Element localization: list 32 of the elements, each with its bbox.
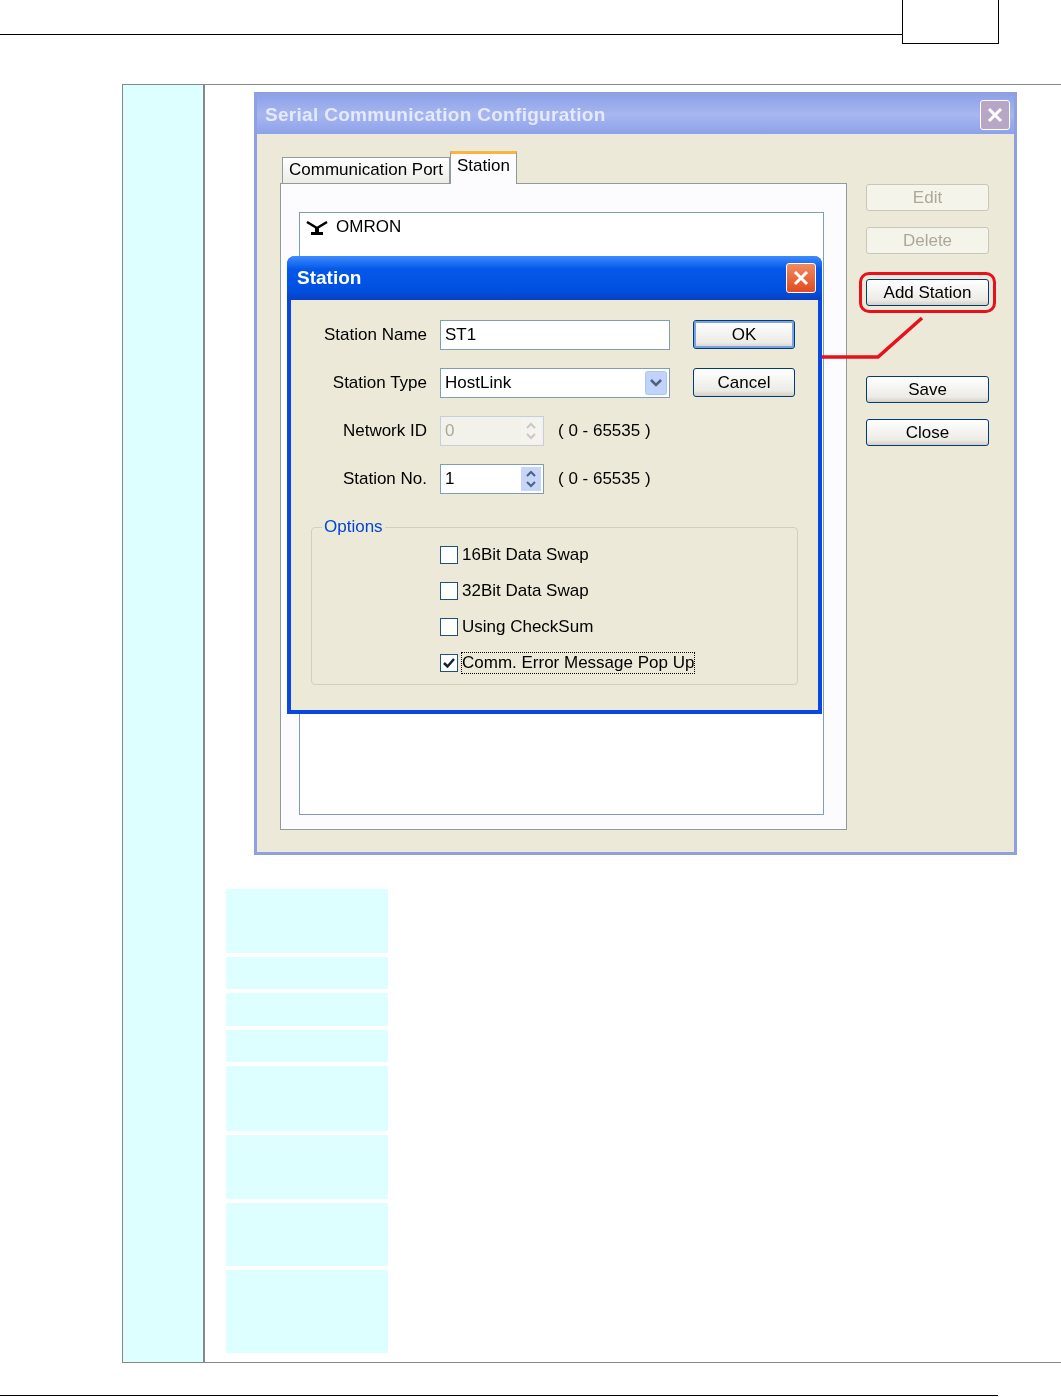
side-button[interactable]: Save bbox=[866, 376, 989, 403]
field-label: Station Name bbox=[323, 325, 427, 345]
checkbox[interactable] bbox=[440, 654, 458, 672]
checkbox[interactable] bbox=[440, 582, 458, 600]
checkbox-label[interactable]: Comm. Error Message Pop Up bbox=[462, 653, 695, 673]
list-item[interactable]: OMRON bbox=[336, 217, 402, 237]
side-button[interactable]: Add Station bbox=[866, 279, 989, 306]
range-text: ( 0 - 65535 ) bbox=[558, 421, 651, 441]
tab[interactable]: Station bbox=[450, 151, 517, 184]
antenna-icon bbox=[306, 218, 328, 236]
dialog-title: Station bbox=[297, 267, 362, 289]
dropdown[interactable]: HostLink bbox=[440, 368, 670, 398]
close-icon[interactable] bbox=[980, 99, 1010, 130]
cancel-button[interactable]: Cancel bbox=[693, 368, 795, 397]
input-field[interactable]: ST1 bbox=[440, 320, 670, 350]
checkbox[interactable] bbox=[440, 618, 458, 636]
window-title: Serial Communication Configuration bbox=[265, 103, 606, 126]
spin-field[interactable]: 1 bbox=[440, 464, 544, 494]
close-icon[interactable] bbox=[786, 263, 816, 293]
field-label: Station No. bbox=[341, 469, 427, 489]
ok-button[interactable]: OK bbox=[693, 320, 795, 349]
field-label: Station Type bbox=[331, 373, 427, 393]
side-button[interactable]: Close bbox=[866, 419, 989, 446]
range-text: ( 0 - 65535 ) bbox=[558, 469, 651, 489]
checkbox[interactable] bbox=[440, 546, 458, 564]
checkbox-label[interactable]: Using CheckSum bbox=[462, 617, 594, 637]
tab[interactable]: Communication Port bbox=[282, 157, 450, 183]
group-title: Options bbox=[323, 517, 384, 537]
checkbox-label[interactable]: 16Bit Data Swap bbox=[462, 545, 589, 565]
checkbox-label[interactable]: 32Bit Data Swap bbox=[462, 581, 589, 601]
field-label: Network ID bbox=[341, 421, 427, 441]
spinner-arrows-icon[interactable] bbox=[521, 467, 541, 491]
